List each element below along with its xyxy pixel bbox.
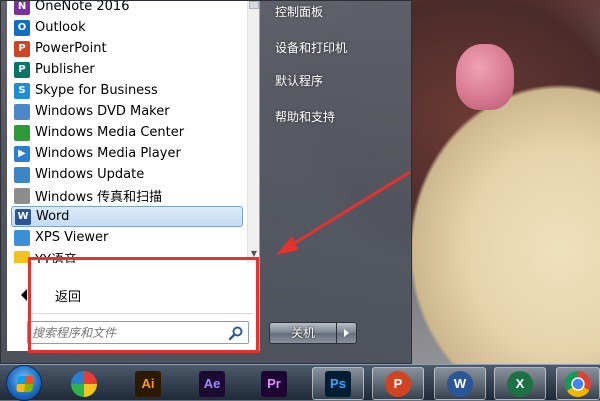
- taskbar-button[interactable]: Pr: [248, 367, 300, 400]
- photoshop-icon: Ps: [325, 370, 351, 397]
- taskbar-button[interactable]: X: [494, 367, 546, 400]
- excel-taskbar-icon: X: [507, 370, 533, 397]
- taskbar-button[interactable]: W: [434, 367, 486, 400]
- windows-logo-icon: [16, 376, 34, 392]
- taskbar: Ai Ae Pr Ps P W X: [0, 364, 600, 401]
- chrome-icon: [565, 370, 591, 397]
- taskbar-button[interactable]: Ae: [186, 367, 238, 400]
- taskbar-button[interactable]: Ai: [122, 367, 174, 400]
- premiere-icon: Pr: [261, 370, 287, 397]
- start-button[interactable]: [6, 365, 42, 401]
- after-effects-icon: Ae: [199, 370, 225, 397]
- annotation-arrow: [276, 170, 411, 255]
- photos-app-icon: [71, 370, 97, 397]
- taskbar-button[interactable]: [556, 367, 600, 400]
- powerpoint-taskbar-icon: P: [385, 370, 411, 397]
- taskbar-button[interactable]: P: [372, 367, 424, 400]
- word-taskbar-icon: W: [447, 370, 473, 397]
- taskbar-button[interactable]: Ps: [312, 367, 364, 400]
- illustrator-icon: Ai: [135, 370, 161, 397]
- taskbar-button[interactable]: [58, 367, 110, 400]
